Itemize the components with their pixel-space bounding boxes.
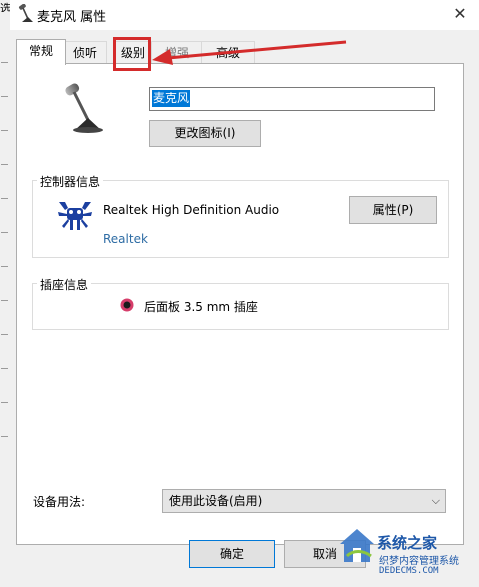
background-divider xyxy=(1,266,8,267)
background-divider xyxy=(1,232,8,233)
device-usage-select[interactable]: 使用此设备(启用) ⌵ xyxy=(162,489,446,513)
device-name-field[interactable]: 麦克风 xyxy=(149,87,435,111)
tab-listen[interactable]: 侦听 xyxy=(63,41,107,64)
tab-general[interactable]: 常规 xyxy=(16,39,66,65)
background-window-text: 选 xyxy=(0,2,10,12)
properties-dialog: 选 麦克风 属性 ✕ 常规 侦听 级别 增强 高级 xyxy=(0,0,479,587)
device-usage-value: 使用此设备(启用) xyxy=(169,494,263,508)
realtek-crab-icon xyxy=(56,198,94,234)
close-button[interactable]: ✕ xyxy=(441,0,479,30)
background-divider xyxy=(1,96,8,97)
controller-name: Realtek High Definition Audio xyxy=(103,203,280,217)
watermark-logo-icon xyxy=(340,529,374,562)
background-divider xyxy=(1,436,8,437)
controller-info-label: 控制器信息 xyxy=(37,173,104,190)
ok-button[interactable]: 确定 xyxy=(189,540,275,568)
microphone-icon xyxy=(17,3,35,24)
microphone-icon xyxy=(60,82,108,134)
jack-dot-icon xyxy=(120,298,134,312)
background-divider xyxy=(1,130,8,131)
jack-info-label: 插座信息 xyxy=(37,276,92,293)
background-divider xyxy=(1,368,8,369)
change-icon-button[interactable]: 更改图标(I) xyxy=(149,120,261,147)
annotation-highlight-box xyxy=(113,37,151,71)
vendor-link[interactable]: Realtek xyxy=(103,232,148,246)
background-divider xyxy=(1,198,8,199)
watermark-brand: 系统之家 xyxy=(377,534,438,552)
annotation-arrow xyxy=(152,40,347,65)
device-usage-label: 设备用法: xyxy=(33,495,86,509)
background-divider xyxy=(1,402,8,403)
watermark-sub: 织梦内容管理系统 xyxy=(379,556,459,567)
watermark-url: DEDECMS.COM xyxy=(379,566,439,576)
background-divider xyxy=(1,62,8,63)
jack-label: 后面板 3.5 mm 插座 xyxy=(144,300,258,314)
chevron-down-icon: ⌵ xyxy=(431,494,440,507)
window-title: 麦克风 属性 xyxy=(37,10,107,25)
close-icon: ✕ xyxy=(453,4,467,23)
background-divider xyxy=(1,300,8,301)
background-divider xyxy=(1,164,8,165)
controller-properties-button[interactable]: 属性(P) xyxy=(349,196,437,224)
background-divider xyxy=(1,334,8,335)
device-name-value: 麦克风 xyxy=(152,90,191,107)
watermark: 系统之家 织梦内容管理系统 DEDECMS.COM xyxy=(337,522,479,587)
